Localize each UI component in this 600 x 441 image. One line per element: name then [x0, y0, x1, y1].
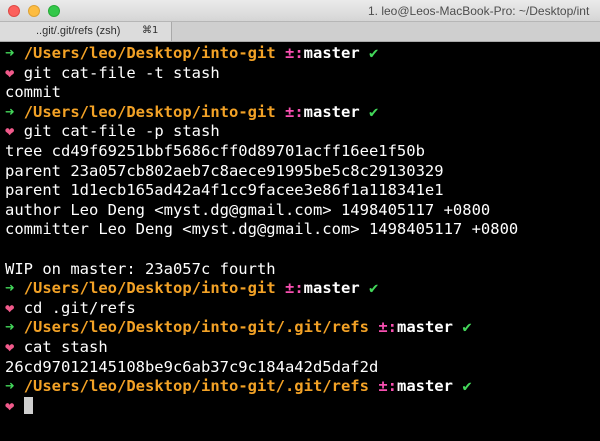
command-line: ❤ cat stash [5, 338, 600, 358]
prompt-arrow-icon: ➜ [5, 44, 15, 62]
output-line: parent 23a057cb802aeb7c8aece91995be5c8c2… [5, 162, 600, 182]
prompt-line: ➜ /Users/leo/Desktop/into-git ±:master ✔ [5, 279, 600, 299]
prompt-path: /Users/leo/Desktop/into-git [23, 279, 276, 298]
close-window-button[interactable] [8, 5, 20, 17]
minimize-window-button[interactable] [28, 5, 40, 17]
git-status-indicator: ±: [378, 377, 397, 396]
git-status-indicator: ±: [285, 102, 304, 121]
prompt-line: ➜ /Users/leo/Desktop/into-git ±:master ✔ [5, 103, 600, 123]
prompt-line: ➜ /Users/leo/Desktop/into-git/.git/refs … [5, 377, 600, 397]
command-text: cat stash [23, 337, 108, 356]
prompt-path: /Users/leo/Desktop/into-git/.git/refs [23, 318, 369, 337]
prompt-line: ➜ /Users/leo/Desktop/into-git/.git/refs … [5, 318, 600, 338]
prompt-line: ➜ /Users/leo/Desktop/into-git ±:master ✔ [5, 44, 600, 64]
command-line: ❤ cd .git/refs [5, 299, 600, 319]
output-line: author Leo Deng <myst.dg@gmail.com> 1498… [5, 201, 600, 221]
prompt-path: /Users/leo/Desktop/into-git [23, 44, 276, 62]
heart-icon: ❤ [5, 298, 15, 317]
heart-icon: ❤ [5, 63, 15, 82]
text-cursor [23, 396, 33, 414]
output-line: committer Leo Deng <myst.dg@gmail.com> 1… [5, 220, 600, 240]
output-text: parent 1d1ecb165ad42a4f1cc9facee3e86f1a1… [5, 181, 444, 200]
git-status-indicator: ±: [285, 279, 304, 298]
output-line: parent 1d1ecb165ad42a4f1cc9facee3e86f1a1… [5, 181, 600, 201]
title-bar[interactable]: 1. leo@Leos-MacBook-Pro: ~/Desktop/int [0, 0, 600, 22]
tab-bar: ..git/.git/refs (zsh) ⌘1 [0, 22, 600, 42]
heart-icon: ❤ [5, 122, 15, 141]
git-status-indicator: ±: [378, 318, 397, 337]
git-branch: master [303, 279, 360, 298]
clean-check-icon: ✔ [462, 318, 472, 337]
prompt-path: /Users/leo/Desktop/into-git/.git/refs [23, 377, 369, 396]
output-line: 26cd97012145108be9c6ab37c9c184a42d5daf2d [5, 358, 600, 378]
tab-shortcut: ⌘1 [142, 25, 159, 36]
zoom-window-button[interactable] [48, 5, 60, 17]
git-branch: master [303, 44, 360, 62]
command-line: ❤ git cat-file -t stash [5, 64, 600, 84]
output-text: 26cd97012145108be9c6ab37c9c184a42d5daf2d [5, 357, 379, 376]
window-title: 1. leo@Leos-MacBook-Pro: ~/Desktop/int [368, 4, 590, 18]
output-text: WIP on master: 23a057c fourth [5, 259, 276, 278]
output-text: commit [5, 83, 61, 102]
prompt-arrow-icon: ➜ [5, 377, 15, 396]
command-text: cd .git/refs [23, 298, 136, 317]
git-branch: master [303, 102, 360, 121]
prompt-arrow-icon: ➜ [5, 318, 15, 337]
tab-zsh[interactable]: ..git/.git/refs (zsh) ⌘1 [0, 22, 172, 41]
output-text: tree cd49f69251bbf5686cff0d89701acff16ee… [5, 141, 425, 160]
heart-icon: ❤ [5, 337, 15, 356]
git-status-indicator: ±: [285, 44, 304, 62]
clean-check-icon: ✔ [369, 279, 379, 298]
git-branch: master [396, 377, 453, 396]
git-branch: master [396, 318, 453, 337]
heart-icon: ❤ [5, 396, 15, 415]
output-line: tree cd49f69251bbf5686cff0d89701acff16ee… [5, 142, 600, 162]
command-text: git cat-file -p stash [23, 122, 220, 141]
output-text: committer Leo Deng <myst.dg@gmail.com> 1… [5, 220, 519, 239]
clean-check-icon: ✔ [369, 44, 379, 62]
terminal-output[interactable]: ➜ /Users/leo/Desktop/into-git ±:master ✔… [0, 42, 600, 441]
command-line: ❤ git cat-file -p stash [5, 122, 600, 142]
output-line: commit [5, 83, 600, 103]
input-line: ❤ [5, 396, 600, 417]
clean-check-icon: ✔ [462, 377, 472, 396]
output-text: parent 23a057cb802aeb7c8aece91995be5c8c2… [5, 161, 444, 180]
tab-label: ..git/.git/refs (zsh) [36, 25, 121, 37]
clean-check-icon: ✔ [369, 102, 379, 121]
command-text: git cat-file -t stash [23, 63, 220, 82]
prompt-path: /Users/leo/Desktop/into-git [23, 102, 276, 121]
prompt-arrow-icon: ➜ [5, 279, 15, 298]
terminal-window: 1. leo@Leos-MacBook-Pro: ~/Desktop/int .… [0, 0, 600, 441]
output-text: author Leo Deng <myst.dg@gmail.com> 1498… [5, 200, 491, 219]
output-line: WIP on master: 23a057c fourth [5, 260, 600, 280]
prompt-arrow-icon: ➜ [5, 102, 15, 121]
